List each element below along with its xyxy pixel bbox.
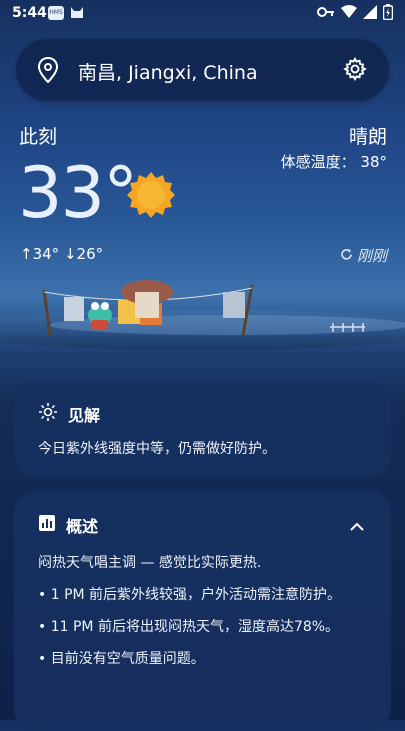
settings-gear-icon[interactable] bbox=[343, 57, 367, 85]
list-item: • 1 PM 前后紫外线较强，户外活动需注意防护。 bbox=[38, 587, 342, 603]
hms-notification-icon: HMS bbox=[48, 6, 64, 20]
status-time: 5:44 bbox=[12, 5, 47, 21]
high-low-temperature: ↑34° ↓26° bbox=[20, 245, 103, 263]
location-pin-icon bbox=[37, 56, 59, 87]
chevron-up-icon[interactable] bbox=[349, 517, 365, 536]
insight-card: 见解 今日紫外线强度中等，仍需做好防护。 bbox=[14, 382, 391, 477]
arrow-up-icon: ↑ bbox=[20, 245, 33, 263]
feels-like-temperature: 体感温度： 38° bbox=[280, 153, 387, 171]
sunny-icon bbox=[126, 170, 176, 224]
overview-chart-icon bbox=[38, 514, 56, 536]
insight-text: 今日紫外线强度中等，仍需做好防护。 bbox=[38, 441, 276, 457]
location-name: 南昌, Jiangxi, China bbox=[78, 62, 258, 84]
insight-sun-icon bbox=[38, 402, 58, 426]
weather-illustration bbox=[0, 270, 405, 365]
refresh-icon bbox=[340, 247, 353, 265]
wifi-icon bbox=[341, 5, 357, 23]
update-time-label: 刚刚 bbox=[356, 247, 387, 265]
insight-header: 见解 bbox=[38, 402, 100, 426]
insight-title: 见解 bbox=[68, 406, 101, 425]
overview-title: 概述 bbox=[66, 517, 99, 536]
update-time-button[interactable]: 刚刚 bbox=[340, 245, 387, 266]
overview-summary: 闷热天气唱主调 — 感觉比实际更热. bbox=[38, 555, 262, 571]
vpn-key-icon bbox=[317, 6, 335, 22]
signal-icon bbox=[363, 5, 377, 23]
overview-header: 概述 bbox=[38, 513, 98, 537]
battery-icon bbox=[382, 4, 394, 24]
list-item: • 11 PM 前后将出现闷热天气，湿度高达78%。 bbox=[38, 619, 340, 635]
location-search-bar[interactable]: 南昌, Jiangxi, China bbox=[16, 39, 389, 101]
cat-notification-icon bbox=[70, 5, 84, 20]
status-bar: 5:44 HMS bbox=[0, 0, 405, 28]
overview-card: 概述 闷热天气唱主调 — 感觉比实际更热. • 1 PM 前后紫外线较强，户外活… bbox=[14, 491, 391, 731]
weather-condition: 晴朗 bbox=[348, 126, 387, 148]
status-icons bbox=[317, 4, 394, 24]
list-item: • 目前没有空气质量问题。 bbox=[38, 651, 205, 667]
high-temperature: 34° bbox=[32, 245, 60, 263]
arrow-down-icon: ↓ bbox=[63, 245, 77, 263]
current-temperature: 33° bbox=[18, 152, 138, 234]
now-label: 此刻 bbox=[19, 126, 58, 148]
overview-body: 闷热天气唱主调 — 感觉比实际更热. • 1 PM 前后紫外线较强，户外活动需注… bbox=[38, 552, 369, 680]
low-temperature: 26° bbox=[76, 245, 104, 263]
